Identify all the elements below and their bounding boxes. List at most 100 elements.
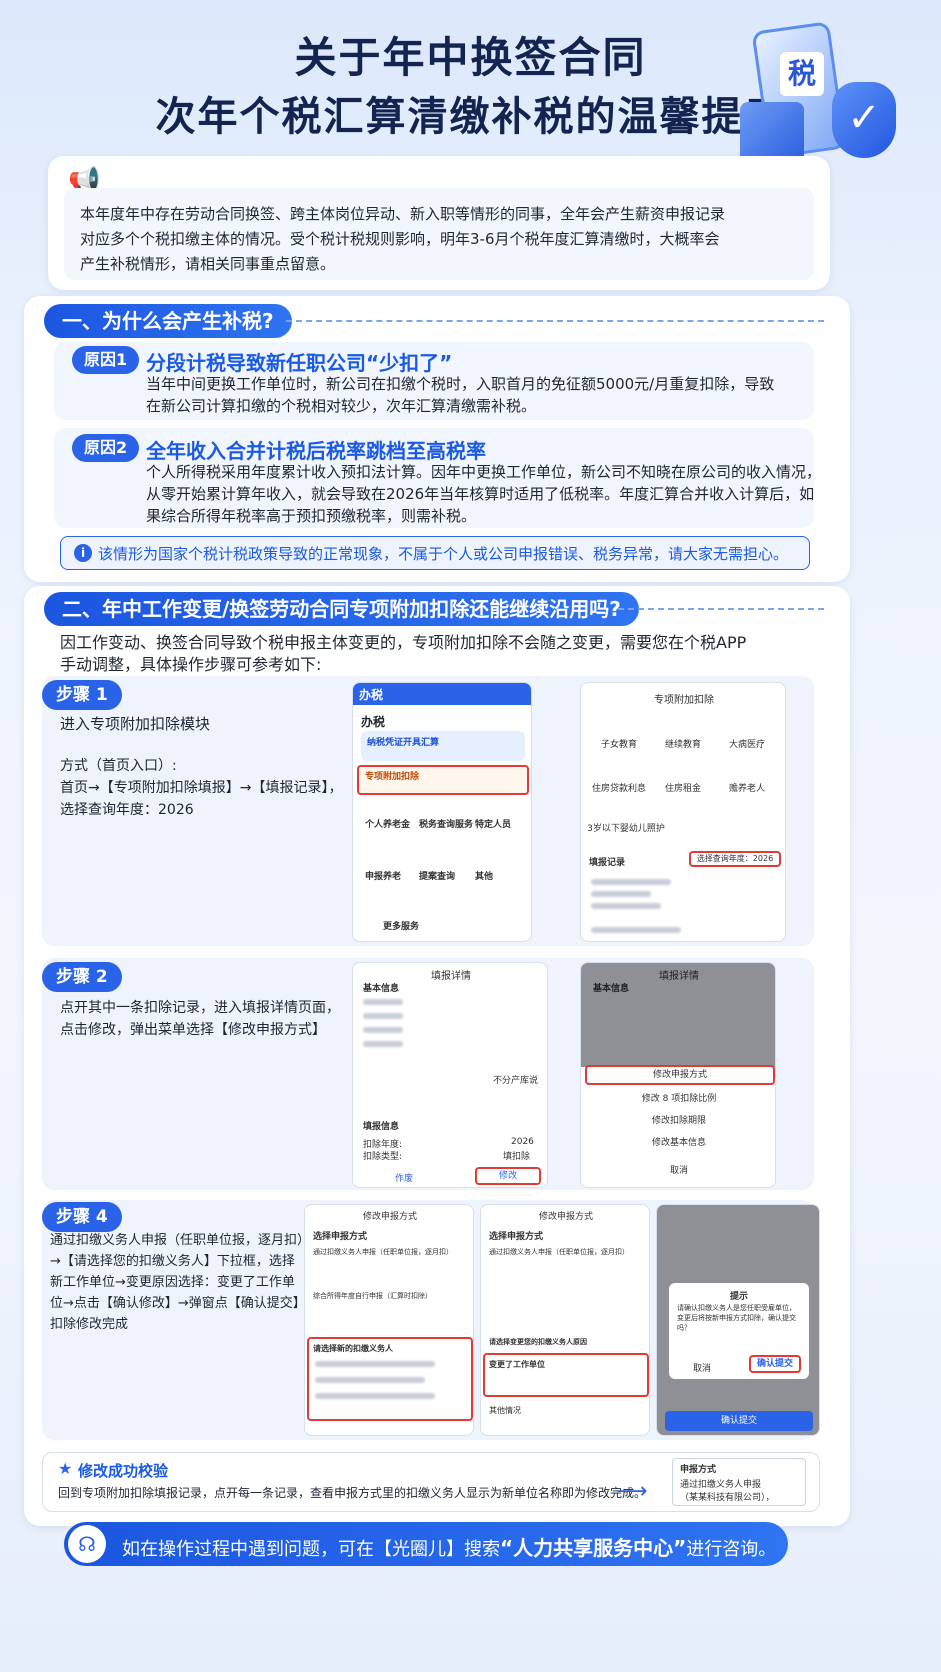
star-icon: ★ xyxy=(58,1459,73,1478)
footer-text-pre: 如在操作过程中遇到问题，可在【光圈儿】搜索 xyxy=(122,1539,500,1560)
banner-text: 纳税凭证开具汇算 xyxy=(367,738,440,748)
more-services: 更多服务 xyxy=(383,922,420,932)
mode1-opt: 选择申报方式 xyxy=(313,1232,368,1242)
reason1-line-2: 在新公司计算扣缴的个税相对较少，次年汇算清缴需补税。 xyxy=(146,397,537,415)
footer-text-post: 进行咨询。 xyxy=(686,1539,777,1560)
calculator-icon xyxy=(740,102,804,162)
year-selector[interactable]: 选择查询年度：2026 xyxy=(689,851,781,867)
mode2-opt: 选择申报方式 xyxy=(489,1232,544,1242)
step4-tag: 步骤 4 xyxy=(42,1202,122,1232)
detail-fill: 填报信息 xyxy=(363,1122,400,1132)
home-cell-4: 申报养老 xyxy=(365,872,402,882)
home-cell-2: 税务查询服务 xyxy=(419,820,474,830)
screenshot-app-home: 办税 办税 纳税凭证开具汇算 专项附加扣除 个人养老金 税务查询服务 特定人员 … xyxy=(352,682,532,942)
info-icon: i xyxy=(74,544,92,562)
detail-btn-modify[interactable]: 修改 xyxy=(475,1167,541,1185)
tax-phone-illustration: 税 ✓ xyxy=(740,21,915,167)
app-tab-title: 办税 xyxy=(361,715,386,729)
mode1-sel: 请选择新的扣缴义务人 xyxy=(313,1344,393,1353)
check-title: 修改成功校验 xyxy=(78,1462,169,1480)
step4-line-3: 新工作单位→变更原因选择：变更了工作单 xyxy=(50,1275,295,1290)
special-deduction-label: 专项附加扣除 xyxy=(365,772,420,782)
dialog-text: 请确认扣缴义务人是您任职受雇单位，变更后将按新申报方式扣除，确认提交吗？ xyxy=(677,1304,796,1332)
intro-line-2: 对应多个个税扣缴主体的情况。受个税计税规则影响，明年3-6月个税年度汇算清缴时，… xyxy=(80,230,720,248)
mode2-title: 修改申报方式 xyxy=(538,1212,593,1222)
shield-check-icon: ✓ xyxy=(832,82,896,158)
detail-title: 填报详情 xyxy=(431,971,471,982)
app-logo: 办税 xyxy=(359,688,384,702)
icon-housing-rent: 住房租金 xyxy=(664,784,701,794)
section2-heading: 二、年中工作变更/换签劳动合同专项附加扣除还能继续沿用吗? xyxy=(44,592,639,626)
step4-line-4: 位→点击【确认修改】→弹窗点【确认提交】 xyxy=(50,1296,306,1311)
footer-text: 如在操作过程中遇到问题，可在【光圈儿】搜索“人力共享服务中心”进行咨询。 xyxy=(122,1532,776,1561)
mode2-r1: 变更了工作单位 xyxy=(489,1360,545,1369)
reason2-line-3: 果综合所得年税率高于预扣预缴税率，则需补税。 xyxy=(146,507,477,525)
arrow-right-icon: ⟶ xyxy=(616,1479,648,1504)
menu-modify-mode[interactable]: 修改申报方式 xyxy=(585,1065,775,1085)
section1-heading: 一、为什么会产生补税? xyxy=(44,304,292,338)
step4-line-1: 通过扣缴义务人申报（任职单位报，逐月扣） xyxy=(50,1233,311,1248)
menu-modify-basic[interactable]: 修改基本信息 xyxy=(581,1135,775,1148)
screenshot-fill-detail: 填报详情 基本信息 不分产库说 填报信息 扣除年度: 2026 扣除类型: 填扣… xyxy=(352,962,548,1188)
check-mini-line2: （某某科技有限公司）， xyxy=(680,1493,775,1503)
home-cell-1: 个人养老金 xyxy=(365,820,411,830)
menu-modify-period[interactable]: 修改扣除期限 xyxy=(581,1113,775,1126)
dialog-cancel[interactable]: 取消 xyxy=(693,1361,711,1374)
screenshot-deduction-list: 专项附加扣除 子女教育 继续教育 大病医疗 住房贷款利息 住房租金 赡养老人 3… xyxy=(580,682,786,942)
section2-intro-2: 手动调整，具体操作步骤可参考如下: xyxy=(60,655,322,674)
step4-line-2: →【请选择您的扣缴义务人】下拉框，选择 xyxy=(50,1254,295,1269)
intro-card: 📢 本年度年中存在劳动合同换签、跨主体岗位异动、新入职等情形的同事，全年会产生薪… xyxy=(48,156,830,290)
icon-medical: 大病医疗 xyxy=(728,740,765,750)
menu-modify-ratio[interactable]: 修改 8 项扣除比例 xyxy=(581,1091,775,1104)
record-label: 填报记录 xyxy=(589,858,626,868)
mode1-b[interactable]: 综合所得年度自行申报（汇算时扣除） xyxy=(313,1291,432,1301)
menu-title: 填报详情 xyxy=(659,971,699,982)
confirm-submit-button[interactable]: 确认提交 xyxy=(665,1411,813,1431)
step2-line-2: 点击修改，弹出菜单选择【修改申报方式】 xyxy=(60,1022,326,1038)
check-mini-title: 申报方式 xyxy=(680,1465,717,1475)
menu-basic: 基本信息 xyxy=(593,984,630,994)
list-title: 专项附加扣除 xyxy=(654,695,714,706)
step1-line-5: 选择查询年度：2026 xyxy=(60,802,194,818)
home-cell-6: 其他 xyxy=(475,872,494,882)
intro-line-1: 本年度年中存在劳动合同换签、跨主体岗位异动、新入职等情形的同事，全年会产生薪资申… xyxy=(80,205,726,223)
notice-text: 该情形为国家个税计税政策导致的正常现象，不属于个人或公司申报错误、税务异常，请大… xyxy=(98,545,789,563)
icon-housing-loan: 住房贷款利息 xyxy=(591,784,646,794)
screenshot-mode-select: 修改申报方式 选择申报方式 通过扣缴义务人申报（任职单位报，逐月扣） 综合所得年… xyxy=(304,1204,474,1436)
detail-spouse: 不分产库说 xyxy=(493,1076,539,1086)
mode1-title: 修改申报方式 xyxy=(362,1212,417,1222)
home-cell-5: 提案查询 xyxy=(419,872,456,882)
mode2-r2[interactable]: 其他情况 xyxy=(489,1405,521,1416)
step1-tag: 步骤 1 xyxy=(42,680,122,710)
home-cell-3: 特定人员 xyxy=(475,820,512,830)
screenshot-change-reason: 修改申报方式 选择申报方式 通过扣缴义务人申报（任职单位报，逐月扣） 请选择变更… xyxy=(480,1204,650,1436)
tax-badge: 税 xyxy=(780,52,824,96)
dialog-confirm[interactable]: 确认提交 xyxy=(749,1355,801,1373)
step2-tag: 步骤 2 xyxy=(42,962,122,992)
detail-basic: 基本信息 xyxy=(363,984,400,994)
check-text: 回到专项附加扣除填报记录，点开每一条记录，查看申报方式里的扣缴义务人显示为新单位… xyxy=(58,1486,647,1500)
intro-line-3: 产生补税情形，请相关同事重点留意。 xyxy=(80,255,336,273)
screenshot-confirm-dialog: 提示 请确认扣缴义务人是您任职受雇单位，变更后将按新申报方式扣除，确认提交吗？ … xyxy=(656,1204,820,1436)
detail-btn-void[interactable]: 作废 xyxy=(395,1171,413,1184)
icon-infant-care: 3岁以下婴幼儿照护 xyxy=(587,824,665,834)
icon-elderly: 赡养老人 xyxy=(728,784,765,794)
reason2-tag: 原因2 xyxy=(72,434,140,462)
step1-line-1: 进入专项附加扣除模块 xyxy=(60,715,211,733)
menu-cancel[interactable]: 取消 xyxy=(581,1163,775,1176)
section2-divider xyxy=(618,608,824,610)
detail-row1-value: 2026 xyxy=(511,1137,534,1147)
mode1-a[interactable]: 通过扣缴义务人申报（任职单位报，逐月扣） xyxy=(313,1247,453,1257)
step4-line-5: 扣除修改完成 xyxy=(50,1317,129,1332)
check-mini-line1: 通过扣缴义务人申报 xyxy=(680,1480,762,1490)
detail-row2-label: 扣除类型: xyxy=(363,1152,403,1162)
mode2-reason: 请选择变更您的扣缴义务人原因 xyxy=(489,1338,587,1346)
footer-text-key: “人力共享服务中心” xyxy=(500,1536,687,1560)
reason1-tag: 原因1 xyxy=(72,346,140,374)
detail-row2-value: 填扣除 xyxy=(503,1152,531,1162)
icon-children-edu: 子女教育 xyxy=(600,740,637,750)
icon-continuing-edu: 继续教育 xyxy=(664,740,701,750)
screenshot-modify-menu: 填报详情 基本信息 修改申报方式 修改 8 项扣除比例 修改扣除期限 修改基本信… xyxy=(580,962,776,1188)
dialog-title: 提示 xyxy=(729,1292,748,1302)
mode2-a[interactable]: 通过扣缴义务人申报（任职单位报，逐月扣） xyxy=(489,1247,629,1257)
